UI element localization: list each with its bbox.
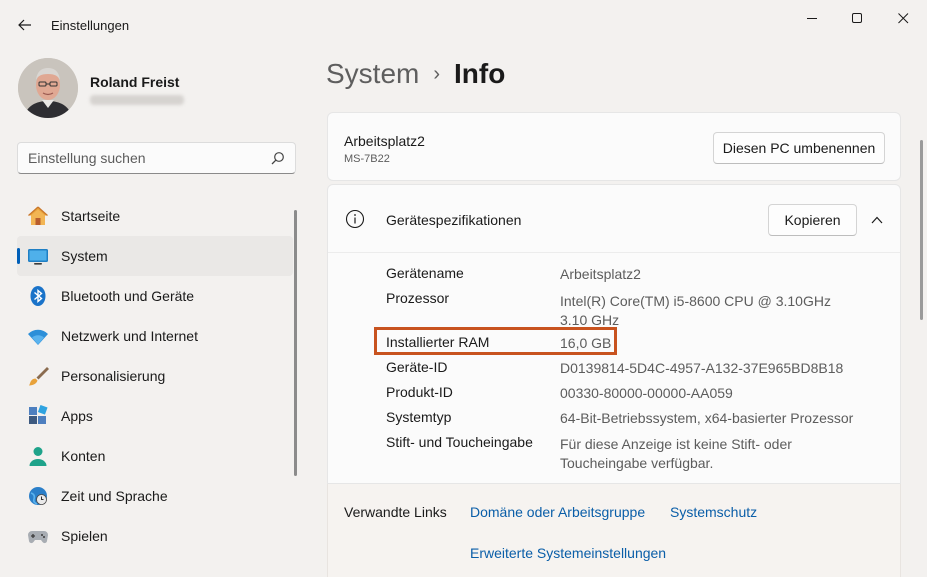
- sidebar-item-label: System: [61, 248, 108, 264]
- arrow-left-icon: [18, 19, 31, 31]
- link-advanced-system-settings[interactable]: Erweiterte Systemeinstellungen: [470, 545, 666, 561]
- sidebar-item-label: Spielen: [61, 528, 108, 544]
- rename-pc-button[interactable]: Diesen PC umbenennen: [713, 132, 885, 164]
- chevron-up-icon: [871, 216, 883, 224]
- sidebar-item-startseite[interactable]: Startseite: [17, 196, 293, 236]
- spec-label: Prozessor: [386, 290, 450, 306]
- clock-globe-icon: [29, 487, 47, 505]
- user-email-redacted: [90, 95, 184, 105]
- account-icon: [29, 447, 47, 466]
- back-button[interactable]: [12, 12, 38, 38]
- close-button[interactable]: [880, 0, 926, 36]
- title-bar: Einstellungen: [0, 0, 927, 48]
- link-domain-workgroup[interactable]: Domäne oder Arbeitsgruppe: [470, 504, 645, 520]
- sidebar-nav: Startseite System Bluetooth und Geräte N: [17, 196, 293, 556]
- spec-label: Geräte-ID: [386, 359, 448, 375]
- breadcrumb: System › Info: [326, 58, 505, 98]
- app-title: Einstellungen: [51, 18, 130, 33]
- spec-label: Systemtyp: [386, 409, 452, 425]
- related-links-section: Verwandte Links Domäne oder Arbeitsgrupp…: [327, 484, 901, 577]
- sidebar-item-apps[interactable]: Apps: [17, 396, 293, 436]
- maximize-icon: [851, 12, 862, 23]
- sidebar-item-label: Personalisierung: [61, 368, 166, 384]
- collapse-button[interactable]: [866, 209, 888, 231]
- related-links-title: Verwandte Links: [344, 504, 447, 520]
- search-icon[interactable]: [271, 151, 285, 165]
- minimize-icon: [806, 17, 817, 19]
- breadcrumb-separator: ›: [433, 63, 441, 85]
- sidebar-item-label: Bluetooth und Geräte: [61, 288, 195, 304]
- avatar: [18, 58, 78, 118]
- sidebar-item-bluetooth[interactable]: Bluetooth und Geräte: [17, 276, 293, 316]
- sidebar-item-accounts[interactable]: Konten: [17, 436, 293, 476]
- sidebar-item-personalization[interactable]: Personalisierung: [17, 356, 293, 396]
- spec-value: Arbeitsplatz2: [560, 266, 641, 282]
- home-icon: [28, 206, 48, 225]
- sidebar-item-network[interactable]: Netzwerk und Internet: [17, 316, 293, 356]
- spec-label: Gerätename: [386, 265, 464, 281]
- system-icon: [28, 249, 48, 265]
- sidebar-item-system[interactable]: System: [17, 236, 293, 276]
- sidebar-item-label: Zeit und Sprache: [61, 488, 168, 504]
- sidebar-item-label: Netzwerk und Internet: [61, 328, 198, 344]
- settings-window: Einstellungen Roland Freist Einstellung …: [0, 0, 927, 577]
- spec-value: Für diese Anzeige ist keine Stift- oder …: [560, 436, 792, 471]
- sidebar-item-label: Startseite: [61, 208, 121, 224]
- spec-value: 64-Bit-Betriebssystem, x64-basierter Pro…: [560, 410, 854, 426]
- minimize-button[interactable]: [789, 0, 835, 36]
- user-name: Roland Freist: [90, 74, 180, 90]
- main-scrollbar[interactable]: [920, 140, 923, 320]
- page-title: Info: [454, 58, 506, 89]
- device-specs-header[interactable]: Gerätespezifikationen Kopieren: [328, 185, 900, 253]
- breadcrumb-parent[interactable]: System: [326, 58, 419, 89]
- wifi-icon: [28, 329, 48, 345]
- device-specs-title: Gerätespezifikationen: [386, 212, 522, 228]
- search-box: [17, 142, 296, 174]
- spec-value: Intel(R) Core(TM) i5-8600 CPU @ 3.10GHz …: [560, 293, 831, 328]
- apps-icon: [29, 405, 48, 424]
- brush-icon: [29, 367, 49, 386]
- bluetooth-icon: [30, 286, 46, 306]
- gamepad-icon: [28, 531, 48, 544]
- sidebar-item-gaming[interactable]: Spielen: [17, 516, 293, 556]
- spec-value: D0139814-5D4C-4957-A132-37E965BD8B18: [560, 360, 844, 376]
- close-icon: [897, 12, 908, 23]
- link-system-protection[interactable]: Systemschutz: [670, 504, 757, 520]
- pc-name-card: Arbeitsplatz2 MS-7B22 Diesen PC umbenenn…: [327, 112, 901, 181]
- sidebar-item-label: Konten: [61, 448, 106, 464]
- sidebar-item-label: Apps: [61, 408, 93, 424]
- sidebar-item-time-language[interactable]: Zeit und Sprache: [17, 476, 293, 516]
- pc-name: Arbeitsplatz2: [344, 133, 425, 149]
- ram-highlight-box: [374, 327, 617, 355]
- spec-label: Stift- und Toucheingabe: [386, 434, 533, 450]
- copy-button[interactable]: Kopieren: [768, 204, 857, 236]
- spec-label: Produkt-ID: [386, 384, 453, 400]
- spec-value: 00330-80000-00000-AA059: [560, 385, 733, 401]
- pc-model: MS-7B22: [344, 153, 390, 165]
- active-indicator: [17, 248, 20, 264]
- maximize-button[interactable]: [834, 0, 880, 36]
- sidebar-scrollbar[interactable]: [294, 210, 297, 476]
- info-icon: [345, 209, 365, 229]
- search-input[interactable]: [28, 149, 258, 167]
